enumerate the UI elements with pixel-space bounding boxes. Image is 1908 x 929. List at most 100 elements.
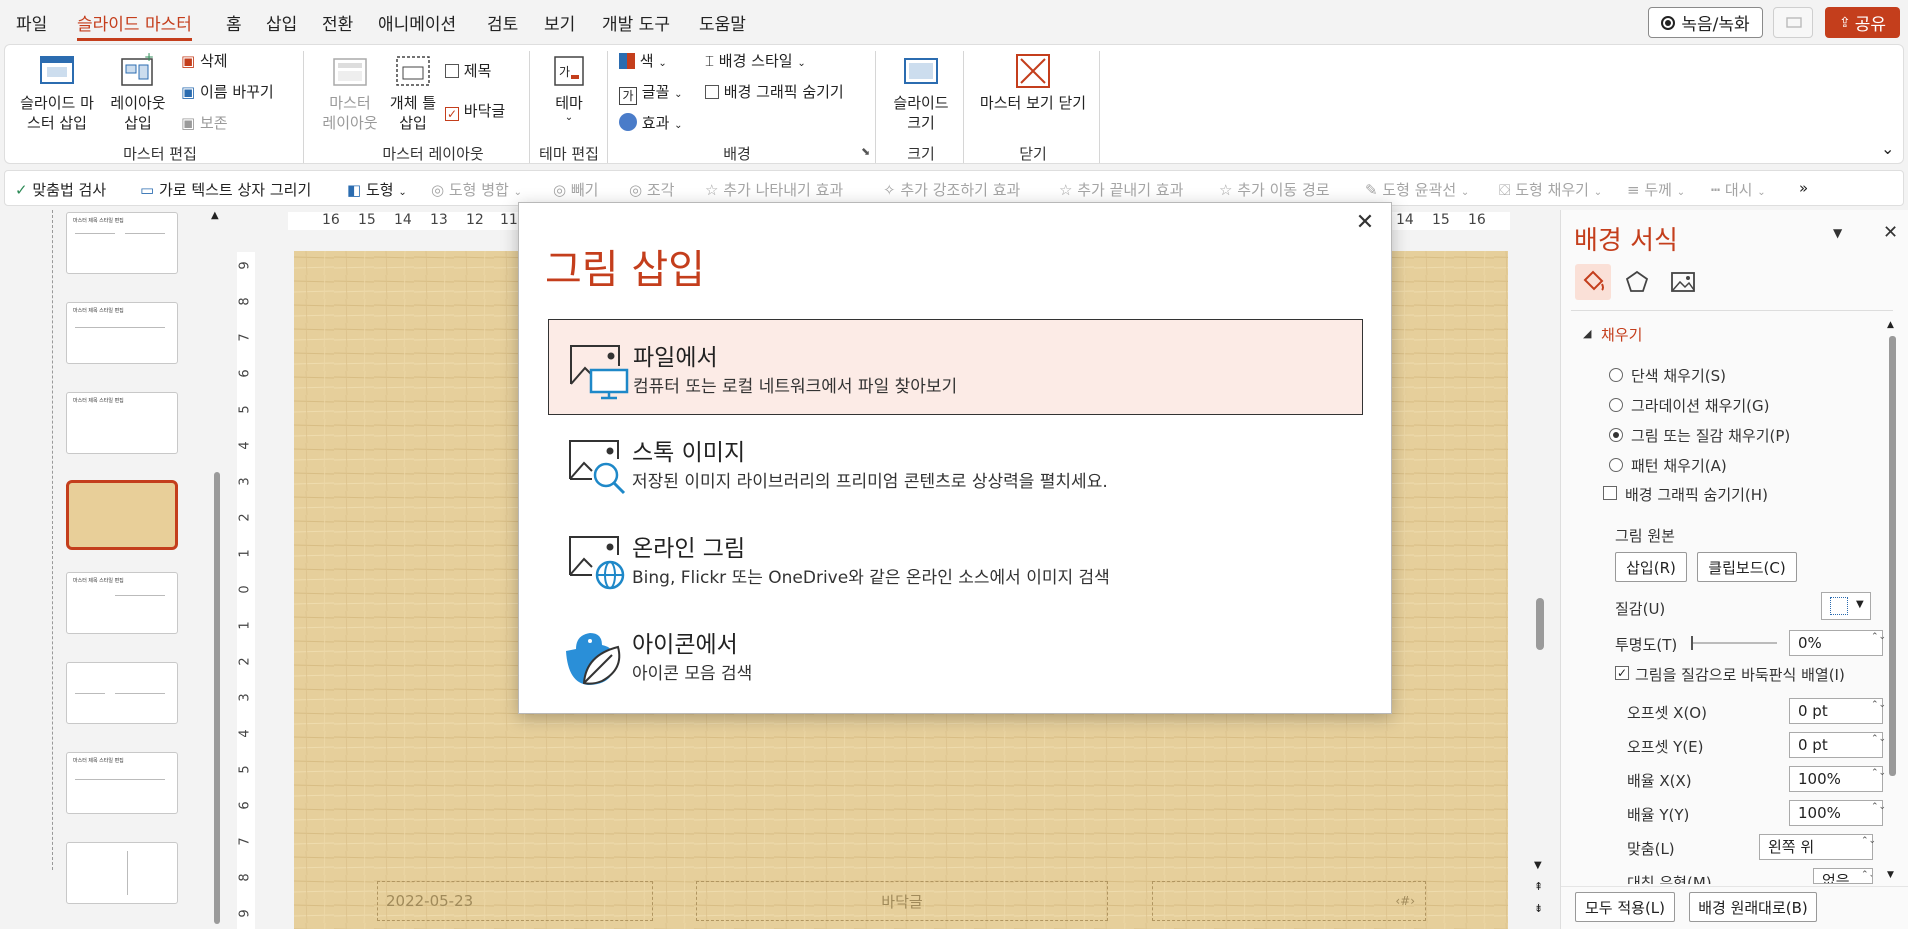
menu-view[interactable]: 보기 [544, 10, 575, 35]
hide-bg-graphics-checkbox[interactable] [1603, 486, 1617, 500]
effects-button[interactable]: 효과 ⌄ [619, 113, 683, 136]
scroll-up-icon[interactable]: ▲ [1887, 320, 1894, 330]
hide-bg-graphics-checkbox[interactable]: 배경 그래픽 숨기기 [705, 82, 844, 102]
scrollbar-thumb[interactable] [214, 472, 220, 924]
insert-slide-master-button[interactable]: 슬라이드 마 스터 삽입 [17, 49, 97, 133]
menu-review[interactable]: 검토 [487, 10, 518, 35]
slide-size-button[interactable]: 슬라이드 크기 [885, 49, 957, 133]
picture-fill-radio[interactable] [1609, 428, 1623, 442]
pane-options-icon[interactable]: ▼ [1833, 226, 1842, 240]
exit-effect-button[interactable]: ☆ 추가 끝내기 효과 [1059, 179, 1183, 200]
dialog-close-button[interactable]: ✕ [1351, 209, 1379, 237]
alignment-dropdown[interactable]: 왼쪽 위 [1759, 834, 1873, 860]
offset-x-input[interactable]: 0 pt [1789, 698, 1883, 724]
fill-section-title[interactable]: 채우기 [1601, 324, 1642, 345]
rename-button[interactable]: ▣ 이름 바꾸기 [181, 82, 274, 102]
tile-checkbox[interactable]: ✓ [1615, 666, 1629, 680]
transparency-input[interactable]: 0% [1789, 630, 1883, 656]
colors-button[interactable]: 색 ⌄ [619, 51, 667, 74]
texture-dropdown[interactable]: ▼ [1821, 592, 1871, 620]
shapes-button[interactable]: ◧ 도형 ⌄ [347, 179, 407, 200]
mirror-type-dropdown[interactable]: 없음 [1813, 868, 1873, 884]
apply-to-all-button[interactable]: 모두 적용(L) [1575, 892, 1675, 922]
slider-thumb[interactable] [1691, 636, 1693, 650]
background-styles-button[interactable]: ⌶ 배경 스타일 ⌄ [705, 51, 806, 74]
pane-close-icon[interactable]: ✕ [1883, 222, 1898, 243]
thumbnail[interactable]: 마스터 제목 스타일 편집 [66, 572, 178, 634]
stock-images-option[interactable]: 스톡 이미지 저장된 이미지 라이브러리의 프리미엄 콘텐츠로 상상력을 펼치세… [548, 415, 1363, 511]
menu-animations[interactable]: 애니메이션 [378, 10, 456, 35]
scroll-up-icon[interactable]: ▲ [211, 210, 219, 221]
scale-y-input[interactable]: 100% [1789, 800, 1883, 826]
reset-background-button[interactable]: 배경 원래대로(B) [1689, 892, 1817, 922]
pane-scrollbar[interactable]: ▲ ▼ [1887, 320, 1897, 880]
comment-button[interactable] [1773, 7, 1813, 38]
preserve-button[interactable]: ▣ 보존 [181, 113, 228, 133]
picture-tab[interactable] [1665, 264, 1701, 300]
motion-path-button[interactable]: ☆ 추가 이동 경로 [1219, 179, 1330, 200]
scroll-down-icon[interactable]: ▼ [1887, 870, 1894, 880]
menu-slide-master[interactable]: 슬라이드 마스터 [77, 10, 192, 41]
effects-tab[interactable] [1619, 264, 1655, 300]
online-pictures-option[interactable]: 온라인 그림 Bing, Flickr 또는 OneDrive와 같은 온라인 … [548, 511, 1363, 607]
editor-scrollbar[interactable]: ▼ ⇞ ⇟ [1532, 200, 1548, 929]
thumbnail[interactable]: 마스터 제목 스타일 편집 [66, 392, 178, 454]
more-commands-icon[interactable]: » [1799, 179, 1808, 197]
gradient-fill-radio[interactable] [1609, 398, 1623, 412]
insert-layout-button[interactable]: + 레이아웃 삽입 [105, 49, 171, 133]
thumbnail-selected[interactable] [66, 480, 178, 550]
share-button[interactable]: ⇪ 공유 [1825, 7, 1900, 38]
solid-fill-radio[interactable] [1609, 368, 1623, 382]
thumbnail[interactable] [66, 662, 178, 724]
ribbon-collapse-icon[interactable]: ⌄ [1881, 139, 1894, 158]
transparency-slider[interactable] [1691, 636, 1777, 650]
clipboard-button[interactable]: 클립보드(C) [1697, 552, 1797, 582]
next-slide-icon[interactable]: ⇟ [1534, 902, 1543, 915]
thumbnail[interactable] [66, 842, 178, 904]
menu-file[interactable]: 파일 [16, 10, 47, 35]
scrollbar-thumb[interactable] [1536, 598, 1544, 650]
menu-home[interactable]: 홈 [226, 10, 242, 35]
date-placeholder[interactable]: 2022-05-23 [377, 881, 653, 921]
menu-transitions[interactable]: 전환 [322, 10, 353, 35]
draw-textbox-button[interactable]: ▭ 가로 텍스트 상자 그리기 [140, 179, 311, 200]
offset-y-input[interactable]: 0 pt [1789, 732, 1883, 758]
emphasis-effect-button[interactable]: ✧ 추가 강조하기 효과 [883, 179, 1020, 200]
themes-button[interactable]: 가 테마 ⌄ [539, 49, 599, 123]
fill-tab[interactable] [1575, 264, 1611, 300]
thumbnail[interactable]: 마스터 제목 스타일 편집 [66, 302, 178, 364]
thumbnail[interactable]: 마스터 제목 스타일 편집 [66, 752, 178, 814]
collapse-triangle-icon[interactable]: ◢ [1583, 327, 1591, 340]
dialog-launcher-icon[interactable]: ⬊ [861, 145, 870, 158]
delete-button[interactable]: ▣ 삭제 [181, 51, 228, 71]
from-icons-option[interactable]: 아이콘에서 아이콘 모음 검색 [548, 607, 1363, 703]
insert-placeholder-button[interactable]: 개체 틀 삽입 [385, 49, 441, 133]
dash-button[interactable]: ┅ 대시 ⌄ [1711, 179, 1766, 200]
menu-help[interactable]: 도움말 [699, 10, 746, 35]
insert-picture-button[interactable]: 삽입(R) [1615, 552, 1687, 582]
footer-placeholder[interactable]: 바닥글 [696, 881, 1108, 921]
thumbnail[interactable]: 마스터 제목 스타일 편집 [66, 212, 178, 274]
scrollbar-thumb[interactable] [1889, 336, 1896, 776]
fragment-button[interactable]: ◎ 조각 [629, 179, 674, 200]
menu-insert[interactable]: 삽입 [266, 10, 297, 35]
menu-developer[interactable]: 개발 도구 [602, 10, 670, 35]
spell-check-button[interactable]: ✓ 맞춤법 검사 [15, 179, 106, 200]
title-checkbox[interactable]: 제목 [445, 61, 491, 81]
shape-fill-button[interactable]: ⛋ 도형 채우기 ⌄ [1499, 179, 1602, 200]
from-file-option[interactable]: 파일에서 컴퓨터 또는 로컬 네트워크에서 파일 찾아보기 [548, 319, 1363, 415]
weight-button[interactable]: ≡ 두께 ⌄ [1627, 179, 1685, 200]
scale-x-input[interactable]: 100% [1789, 766, 1883, 792]
subtract-button[interactable]: ◎ 빼기 [553, 179, 598, 200]
previous-slide-icon[interactable]: ⇞ [1534, 880, 1543, 893]
slide-number-placeholder[interactable]: ‹#› [1152, 881, 1426, 921]
pattern-fill-radio[interactable] [1609, 458, 1623, 472]
close-master-view-button[interactable]: 마스터 보기 닫기 [971, 49, 1095, 113]
merge-shapes-button[interactable]: ◎ 도형 병합 ⌄ [431, 179, 522, 200]
entrance-effect-button[interactable]: ☆ 추가 나타내기 효과 [705, 179, 843, 200]
record-button[interactable]: 녹음/녹화 [1648, 7, 1763, 38]
thumbnail-scrollbar[interactable]: ▲ [211, 210, 223, 929]
fonts-button[interactable]: 가 글꼴 ⌄ [619, 82, 683, 105]
scroll-down-icon[interactable]: ▼ [1534, 860, 1542, 871]
shape-outline-button[interactable]: ✎ 도형 윤곽선 ⌄ [1365, 179, 1469, 200]
